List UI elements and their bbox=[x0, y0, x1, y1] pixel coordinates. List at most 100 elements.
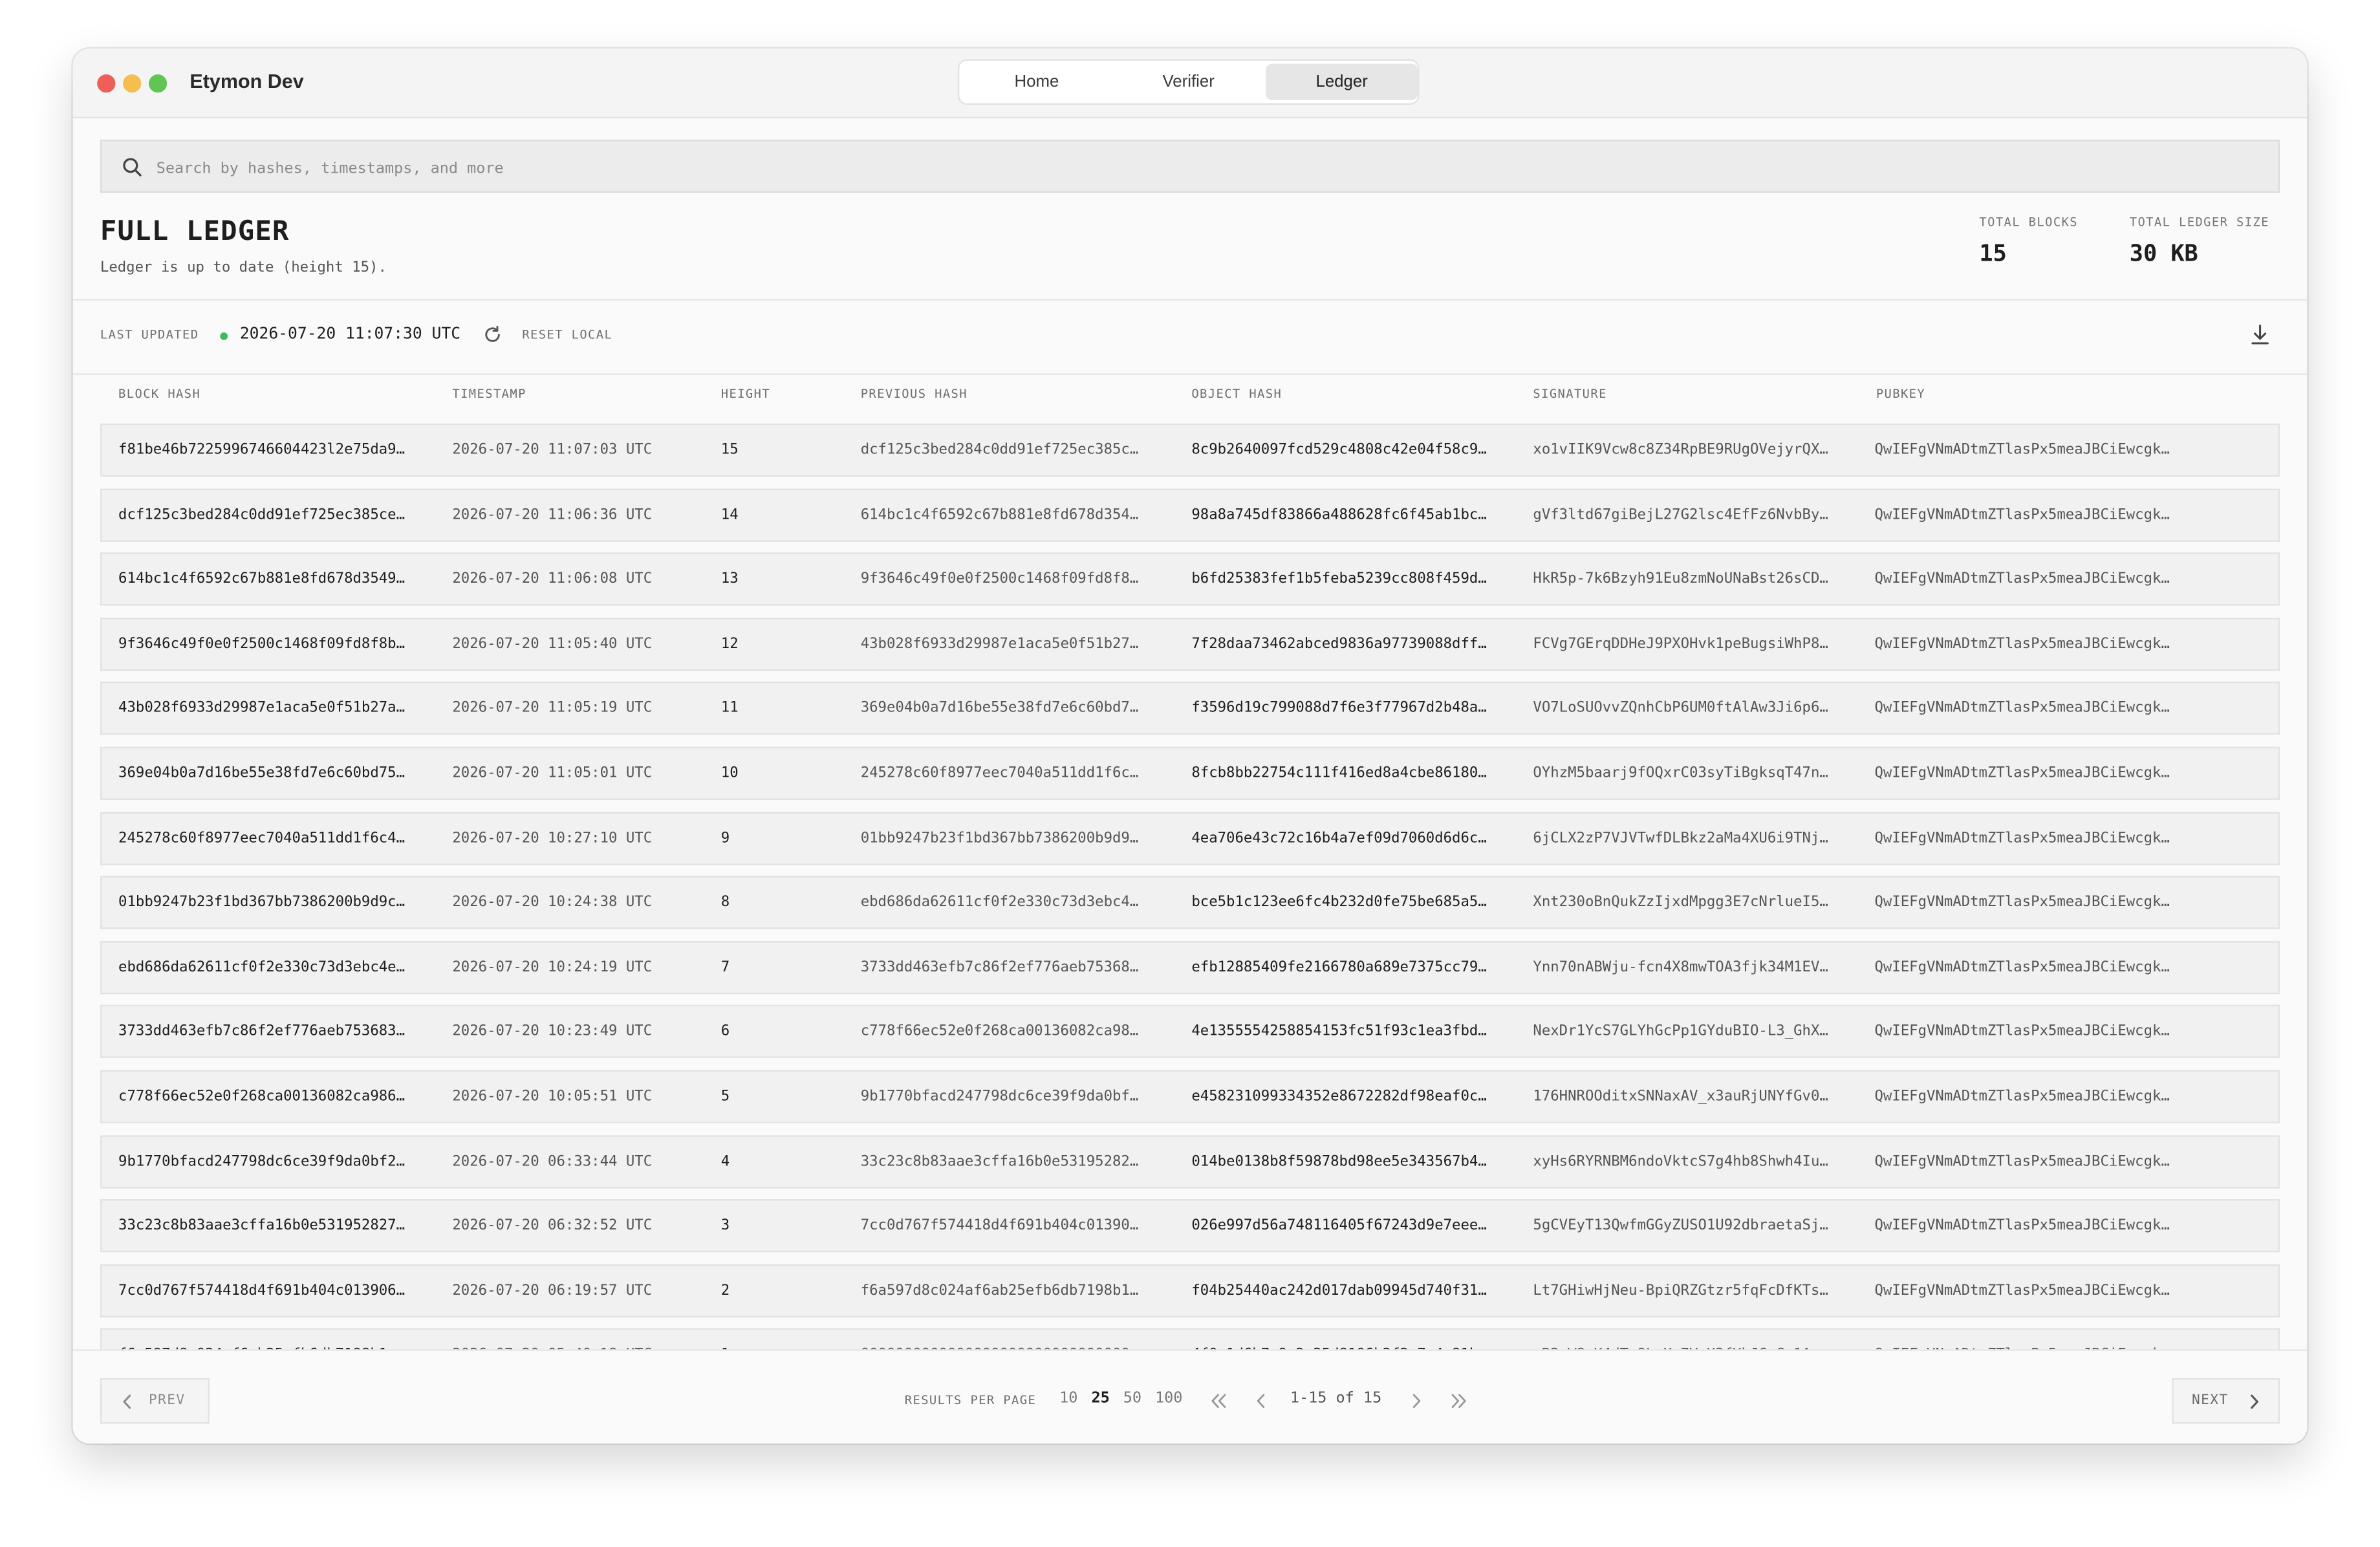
object-hash-cell: 4e1355554258854153fc51f93c1ea3fbd… bbox=[1191, 1023, 1487, 1041]
previous-hash-cell: 245278c60f8977eec7040a511dd1f6c… bbox=[860, 764, 1139, 782]
last-updated-time: 2026-07-20 11:07:30 UTC bbox=[239, 325, 461, 343]
next-button[interactable]: NEXT bbox=[2172, 1378, 2280, 1424]
pubkey-cell: QwIEFgVNmADtmZTlasPx5meaJBCiEwcgk… bbox=[1874, 1282, 2170, 1299]
pubkey-cell: QwIEFgVNmADtmZTlasPx5meaJBCiEwcgk… bbox=[1874, 829, 2170, 847]
previous-hash-cell: 0000000000000000000000000000000… bbox=[861, 1330, 1162, 1350]
table-row[interactable]: 01bb9247b23f1bd367bb7386200b9d9c… 2026-07… bbox=[100, 876, 2280, 929]
chevron-right-icon bbox=[2251, 1394, 2258, 1409]
total-blocks-label: TOTAL BLOCKS bbox=[1979, 215, 2078, 230]
block-hash-cell: 9b1770bfacd247798dc6ce39f9da0bf2… bbox=[118, 1152, 406, 1170]
signature-cell: OYhzM5baarj9fOQxrC03syTiBgksqT47n… bbox=[1533, 764, 1828, 782]
title-bar: Etymon Dev Home Verifier Ledger bbox=[72, 49, 2308, 119]
ledger-table-body: f81be46b7225996746604423l2e75da9… 2026-07… bbox=[100, 423, 2280, 1350]
search-icon bbox=[123, 158, 142, 177]
double-chevron-left-icon[interactable] bbox=[1210, 1393, 1228, 1409]
table-row[interactable]: 245278c60f8977eec7040a511dd1f6c4… 2026-07… bbox=[100, 811, 2280, 865]
page-range: 1-15 of 15 bbox=[1290, 1390, 1382, 1407]
ledger-status-text: Ledger is up to date (height 15). bbox=[100, 259, 387, 277]
search-bar bbox=[100, 139, 2280, 193]
column-header-object-hash[interactable]: OBJECT HASH bbox=[1191, 387, 1282, 400]
tab-home[interactable]: Home bbox=[962, 64, 1111, 100]
chevron-left-icon[interactable] bbox=[1252, 1393, 1270, 1409]
column-header-previous-hash[interactable]: PREVIOUS HASH bbox=[861, 387, 968, 400]
table-row[interactable]: 9f3646c49f0e0f2500c1468f09fd8f8b… 2026-07… bbox=[100, 617, 2280, 671]
object-hash-cell: f04b25440ac242d017dab09945d740f31… bbox=[1191, 1282, 1487, 1299]
nav-tabs: Home Verifier Ledger bbox=[957, 59, 1420, 105]
height-cell: 9 bbox=[720, 829, 730, 847]
timestamp-cell: 2026-07-20 10:23:49 UTC bbox=[452, 1023, 653, 1041]
table-row[interactable]: 369e04b0a7d16be55e38fd7e6c60bd75… 2026-07… bbox=[100, 746, 2280, 800]
search-input[interactable] bbox=[153, 151, 2255, 186]
results-per-page-label: RESULTS PER PAGE bbox=[904, 1393, 1037, 1407]
maximize-window-button[interactable] bbox=[149, 74, 168, 93]
chevron-right-icon[interactable] bbox=[1407, 1393, 1425, 1409]
previous-hash-cell: 7cc0d767f574418d4f691b404c01390… bbox=[860, 1217, 1139, 1235]
pubkey-cell: QwIEFgVNmADtmZTlasPx5meaJBCiEwcgk… bbox=[1874, 1217, 2170, 1235]
timestamp-cell: 2026-07-20 11:07:03 UTC bbox=[452, 441, 653, 459]
table-row[interactable]: ebd686da62611cf0f2e330c73d3ebc4e… 2026-07… bbox=[100, 940, 2280, 994]
divider bbox=[72, 373, 2308, 375]
block-hash-cell: 43b028f6933d29987e1aca5e0f51b27a… bbox=[118, 700, 406, 717]
height-cell: 4 bbox=[720, 1152, 730, 1170]
column-header-pubkey[interactable]: PUBKEY bbox=[1876, 387, 1925, 400]
table-row[interactable]: 7cc0d767f574418d4f691b404c013906… 2026-07… bbox=[100, 1264, 2280, 1317]
tab-ledger[interactable]: Ledger bbox=[1266, 63, 1418, 100]
timestamp-cell: 2026-07-20 11:06:08 UTC bbox=[452, 570, 653, 588]
column-header-timestamp[interactable]: TIMESTAMP bbox=[452, 387, 526, 400]
table-row[interactable]: f81be46b7225996746604423l2e75da9… 2026-07… bbox=[100, 423, 2280, 477]
pubkey-cell: QwIEFgVNmADtmZTlasPx5meaJBCiEwcgk… bbox=[1874, 700, 2170, 717]
object-hash-cell: 014be0138b8f59878bd98ee5e343567b4… bbox=[1191, 1152, 1487, 1170]
height-cell: 7 bbox=[720, 958, 730, 976]
block-hash-cell: 614bc1c4f6592c67b881e8fd678d3549… bbox=[118, 570, 406, 588]
block-hash-cell: ebd686da62611cf0f2e330c73d3ebc4e… bbox=[118, 958, 406, 976]
signature-cell: xyHs6RYRNBM6ndoVktcS7g4hb8Shwh4Iu… bbox=[1533, 1152, 1828, 1170]
table-row[interactable]: c778f66ec52e0f268ca00136082ca986… 2026-07… bbox=[100, 1070, 2280, 1123]
timestamp-cell: 2026-07-20 06:33:44 UTC bbox=[452, 1152, 653, 1170]
height-cell: 6 bbox=[720, 1023, 730, 1041]
double-chevron-right-icon[interactable] bbox=[1449, 1393, 1467, 1409]
object-hash-cell: f3596d19c799088d7f6e3f77967d2b48a… bbox=[1191, 700, 1487, 717]
download-icon[interactable] bbox=[2249, 323, 2271, 346]
table-row[interactable]: dcf125c3bed284c0dd91ef725ec385ce… 2026-07… bbox=[100, 488, 2280, 541]
height-cell: 3 bbox=[720, 1217, 730, 1235]
signature-cell: 176HNROOditxSNNaxAV_x3auRjUNYfGv0… bbox=[1533, 1088, 1828, 1105]
table-row[interactable]: 43b028f6933d29987e1aca5e0f51b27a… 2026-07… bbox=[100, 682, 2280, 735]
status-dot bbox=[220, 332, 228, 340]
object-hash-cell: 4f0a1d6b7e9c2a35d8106b3f2e7c4a91b… bbox=[1191, 1330, 1510, 1350]
previous-hash-cell: 9f3646c49f0e0f2500c1468f09fd8f8… bbox=[860, 570, 1139, 588]
timestamp-cell: 2026-07-20 06:32:52 UTC bbox=[452, 1217, 653, 1235]
table-row[interactable]: f6a597d8c024af6ab25efb6db7198b1… 2026-07-… bbox=[100, 1328, 2280, 1350]
table-row[interactable]: 3733dd463efb7c86f2ef776aeb753683… 2026-07… bbox=[100, 1005, 2280, 1059]
reset-local-button[interactable]: RESET LOCAL bbox=[522, 328, 612, 341]
per-page-option-25[interactable]: 25 bbox=[1091, 1390, 1109, 1407]
object-hash-cell: bce5b1c123ee6fc4b232d0fe75be685a5… bbox=[1191, 894, 1487, 911]
object-hash-cell: e458231099334352e8672282df98eaf0c… bbox=[1191, 1088, 1487, 1105]
app-title: Etymon Dev bbox=[189, 69, 304, 93]
column-header-signature[interactable]: SIGNATURE bbox=[1533, 387, 1606, 400]
per-page-option-50[interactable]: 50 bbox=[1123, 1390, 1141, 1407]
pubkey-cell: QwIEFgVNmADtmZTlasPx5meaJBCiEwcgk… bbox=[1874, 1023, 2170, 1041]
column-header-height[interactable]: HEIGHT bbox=[721, 387, 770, 400]
per-page-option-100[interactable]: 100 bbox=[1155, 1390, 1182, 1407]
pagination-bar: PREV RESULTS PER PAGE 10 25 50 100 1-15 … bbox=[72, 1349, 2308, 1444]
close-window-button[interactable] bbox=[97, 74, 116, 93]
prev-button[interactable]: PREV bbox=[100, 1378, 210, 1424]
pubkey-cell: QwIEFgVNmADtmZTlasPx5meaJBCiEwcgk… bbox=[1874, 1330, 2193, 1350]
block-hash-cell: f81be46b7225996746604423l2e75da9… bbox=[118, 441, 406, 459]
block-hash-cell: f6a597d8c024af6ab25efb6db7198b1… bbox=[118, 1330, 428, 1350]
previous-hash-cell: 369e04b0a7d16be55e38fd7e6c60bd7… bbox=[860, 700, 1139, 717]
timestamp-cell: 2026-07-20 05:40:18 UTC bbox=[452, 1330, 702, 1350]
per-page-option-10[interactable]: 10 bbox=[1059, 1390, 1077, 1407]
previous-hash-cell: 33c23c8b83aae3cffa16b0e53195282… bbox=[860, 1152, 1139, 1170]
height-cell: 2 bbox=[720, 1282, 730, 1299]
minimize-window-button[interactable] bbox=[123, 74, 142, 93]
pubkey-cell: QwIEFgVNmADtmZTlasPx5meaJBCiEwcgk… bbox=[1874, 635, 2170, 653]
table-row[interactable]: 33c23c8b83aae3cffa16b0e531952827… 2026-07… bbox=[100, 1199, 2280, 1253]
table-row[interactable]: 9b1770bfacd247798dc6ce39f9da0bf2… 2026-07… bbox=[100, 1134, 2280, 1188]
table-row[interactable]: 614bc1c4f6592c67b881e8fd678d3549… 2026-07… bbox=[100, 552, 2280, 606]
refresh-icon[interactable] bbox=[482, 325, 503, 345]
column-header-block-hash[interactable]: BLOCK HASH bbox=[118, 387, 200, 400]
signature-cell: Ynn70nABWju-fcn4X8mwTOA3fjk34M1EV… bbox=[1533, 958, 1828, 976]
tab-verifier[interactable]: Verifier bbox=[1114, 64, 1263, 100]
signature-cell: NexDr1YcS7GLYhGcPp1GYduBIO-L3_GhX… bbox=[1533, 1023, 1828, 1041]
